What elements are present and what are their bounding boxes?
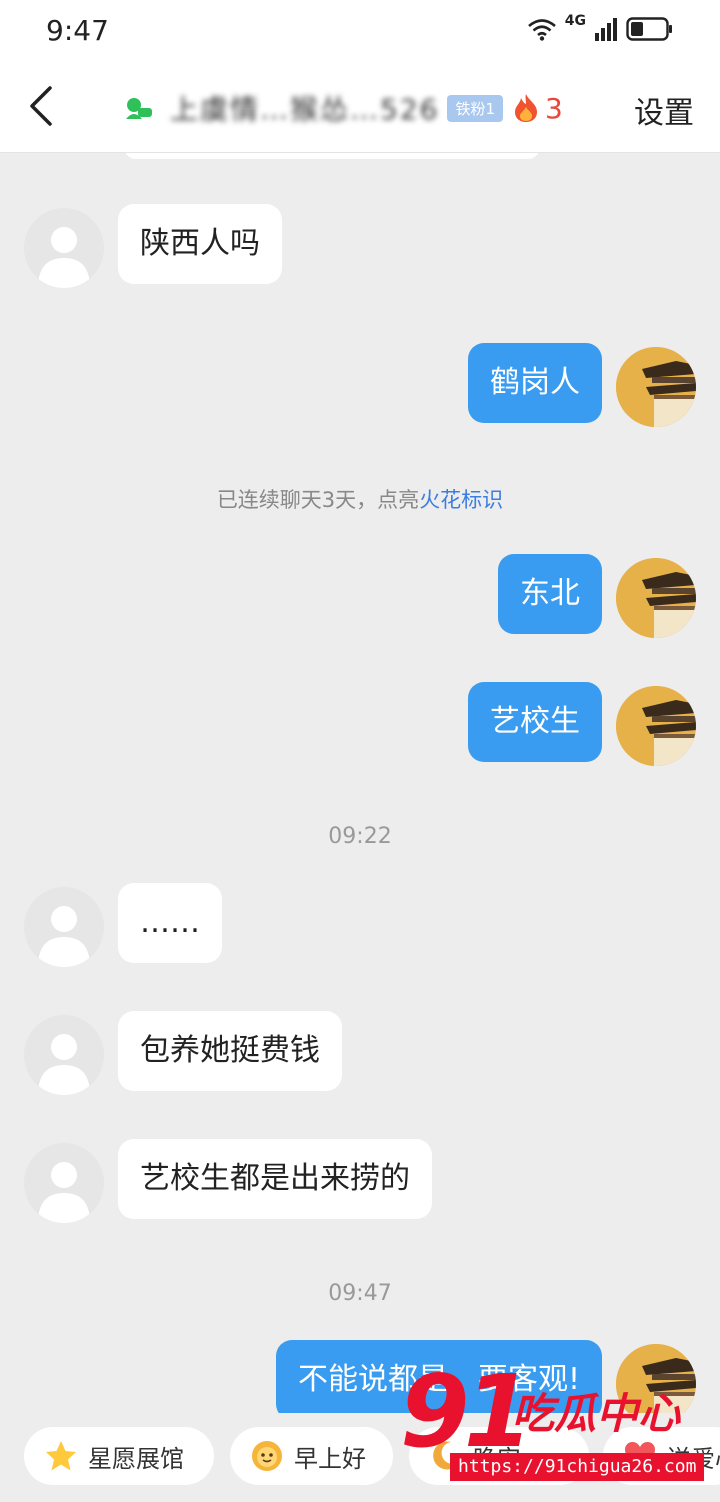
quick-reply-chip[interactable]: 晚安 <box>409 1427 589 1485</box>
moon-icon <box>433 1441 460 1470</box>
quick-reply-label: 送爱心 <box>667 1444 720 1473</box>
chat-header: 上虞情…猴怂…526 铁粉1 3 设置 <box>0 64 720 153</box>
status-bar: 9:47 4G <box>0 0 720 64</box>
chat-contact-name: 上虞情…猴怂…526 <box>170 93 440 126</box>
message-row: 艺校生 <box>0 682 720 772</box>
contact-avatar[interactable] <box>24 1143 104 1223</box>
message-row: 不能说都是，要客观! <box>0 1340 720 1413</box>
default-user-icon <box>38 1034 90 1095</box>
quick-reply-chip[interactable]: 星愿展馆 <box>24 1427 214 1485</box>
received-message-bubble[interactable]: 陕西人吗 <box>118 204 282 284</box>
contact-avatar[interactable] <box>24 1015 104 1095</box>
fan-level-badge: 铁粉1 <box>447 94 503 122</box>
pavilion-avatar-icon <box>616 686 696 766</box>
default-user-icon <box>38 1162 90 1223</box>
message-row: 鹤岗人 <box>0 343 720 433</box>
network-type-label: 4G <box>564 13 586 29</box>
my-avatar[interactable] <box>616 1344 696 1413</box>
star-icon <box>46 1441 76 1471</box>
default-user-icon <box>38 906 90 967</box>
system-notice: 已连续聊天3天，点亮火花标识 <box>0 484 720 514</box>
quick-reply-chip[interactable]: 早上好 <box>230 1427 393 1485</box>
status-time: 9:47 <box>46 14 109 47</box>
default-user-icon <box>38 227 90 288</box>
message-row: 陕西人吗 <box>0 204 720 294</box>
pavilion-avatar-icon <box>616 347 696 427</box>
sent-message-bubble[interactable]: 艺校生 <box>468 682 602 762</box>
pavilion-avatar-icon <box>616 558 696 638</box>
quick-reply-label: 星愿展馆 <box>88 1444 184 1473</box>
message-timestamp: 09:47 <box>328 1281 392 1306</box>
my-avatar[interactable] <box>616 347 696 427</box>
battery-icon <box>626 17 672 41</box>
signal-icon <box>595 18 617 41</box>
pavilion-avatar-icon <box>616 1344 696 1413</box>
status-icons: 4G <box>527 13 674 42</box>
contact-avatar[interactable] <box>24 887 104 967</box>
sent-message-bubble[interactable]: 东北 <box>498 554 602 634</box>
received-message-bubble[interactable]: …… <box>118 883 222 963</box>
my-avatar[interactable] <box>616 558 696 638</box>
flame-icon <box>515 94 537 122</box>
quick-reply-bar: 星愿展馆 早上好 晚安 送爱心 <box>0 1413 720 1502</box>
message-row: 东北 <box>0 554 720 644</box>
chat-message-list[interactable]: 陕西人吗 鹤岗人 已连续聊天3天，点亮火花标识 东北 艺校生 09:22 …… … <box>0 153 720 1413</box>
message-row: …… <box>0 883 720 973</box>
chat-title-area[interactable]: 上虞情…猴怂…526 铁粉1 3 <box>124 84 563 132</box>
sun-face-icon <box>252 1441 282 1471</box>
message-timestamp: 09:22 <box>328 824 392 849</box>
received-message-bubble[interactable]: 艺校生都是出来捞的 <box>118 1139 432 1219</box>
spark-badge-link[interactable]: 火花标识 <box>419 488 503 512</box>
streak-count: 3 <box>545 91 563 125</box>
settings-button[interactable]: 设置 <box>634 88 694 132</box>
previous-message-bubble <box>124 153 540 159</box>
online-status-icon <box>126 98 152 119</box>
quick-reply-label: 早上好 <box>294 1444 366 1473</box>
received-message-bubble[interactable]: 包养她挺费钱 <box>118 1011 342 1091</box>
my-avatar[interactable] <box>616 686 696 766</box>
wifi-icon <box>527 19 556 41</box>
back-arrow-icon[interactable] <box>22 82 62 130</box>
system-notice-text: 已连续聊天3天，点亮 <box>216 488 420 512</box>
sent-message-bubble[interactable]: 不能说都是，要客观! <box>275 1340 602 1413</box>
contact-avatar[interactable] <box>24 208 104 288</box>
message-row: 艺校生都是出来捞的 <box>0 1139 720 1229</box>
quick-reply-label: 晚安 <box>473 1444 521 1473</box>
heart-icon <box>625 1442 655 1469</box>
quick-reply-chip[interactable]: 送爱心 <box>603 1427 720 1485</box>
chat-streak: 3 <box>513 92 563 125</box>
message-row: 包养她挺费钱 <box>0 1011 720 1101</box>
sent-message-bubble[interactable]: 鹤岗人 <box>468 343 602 423</box>
